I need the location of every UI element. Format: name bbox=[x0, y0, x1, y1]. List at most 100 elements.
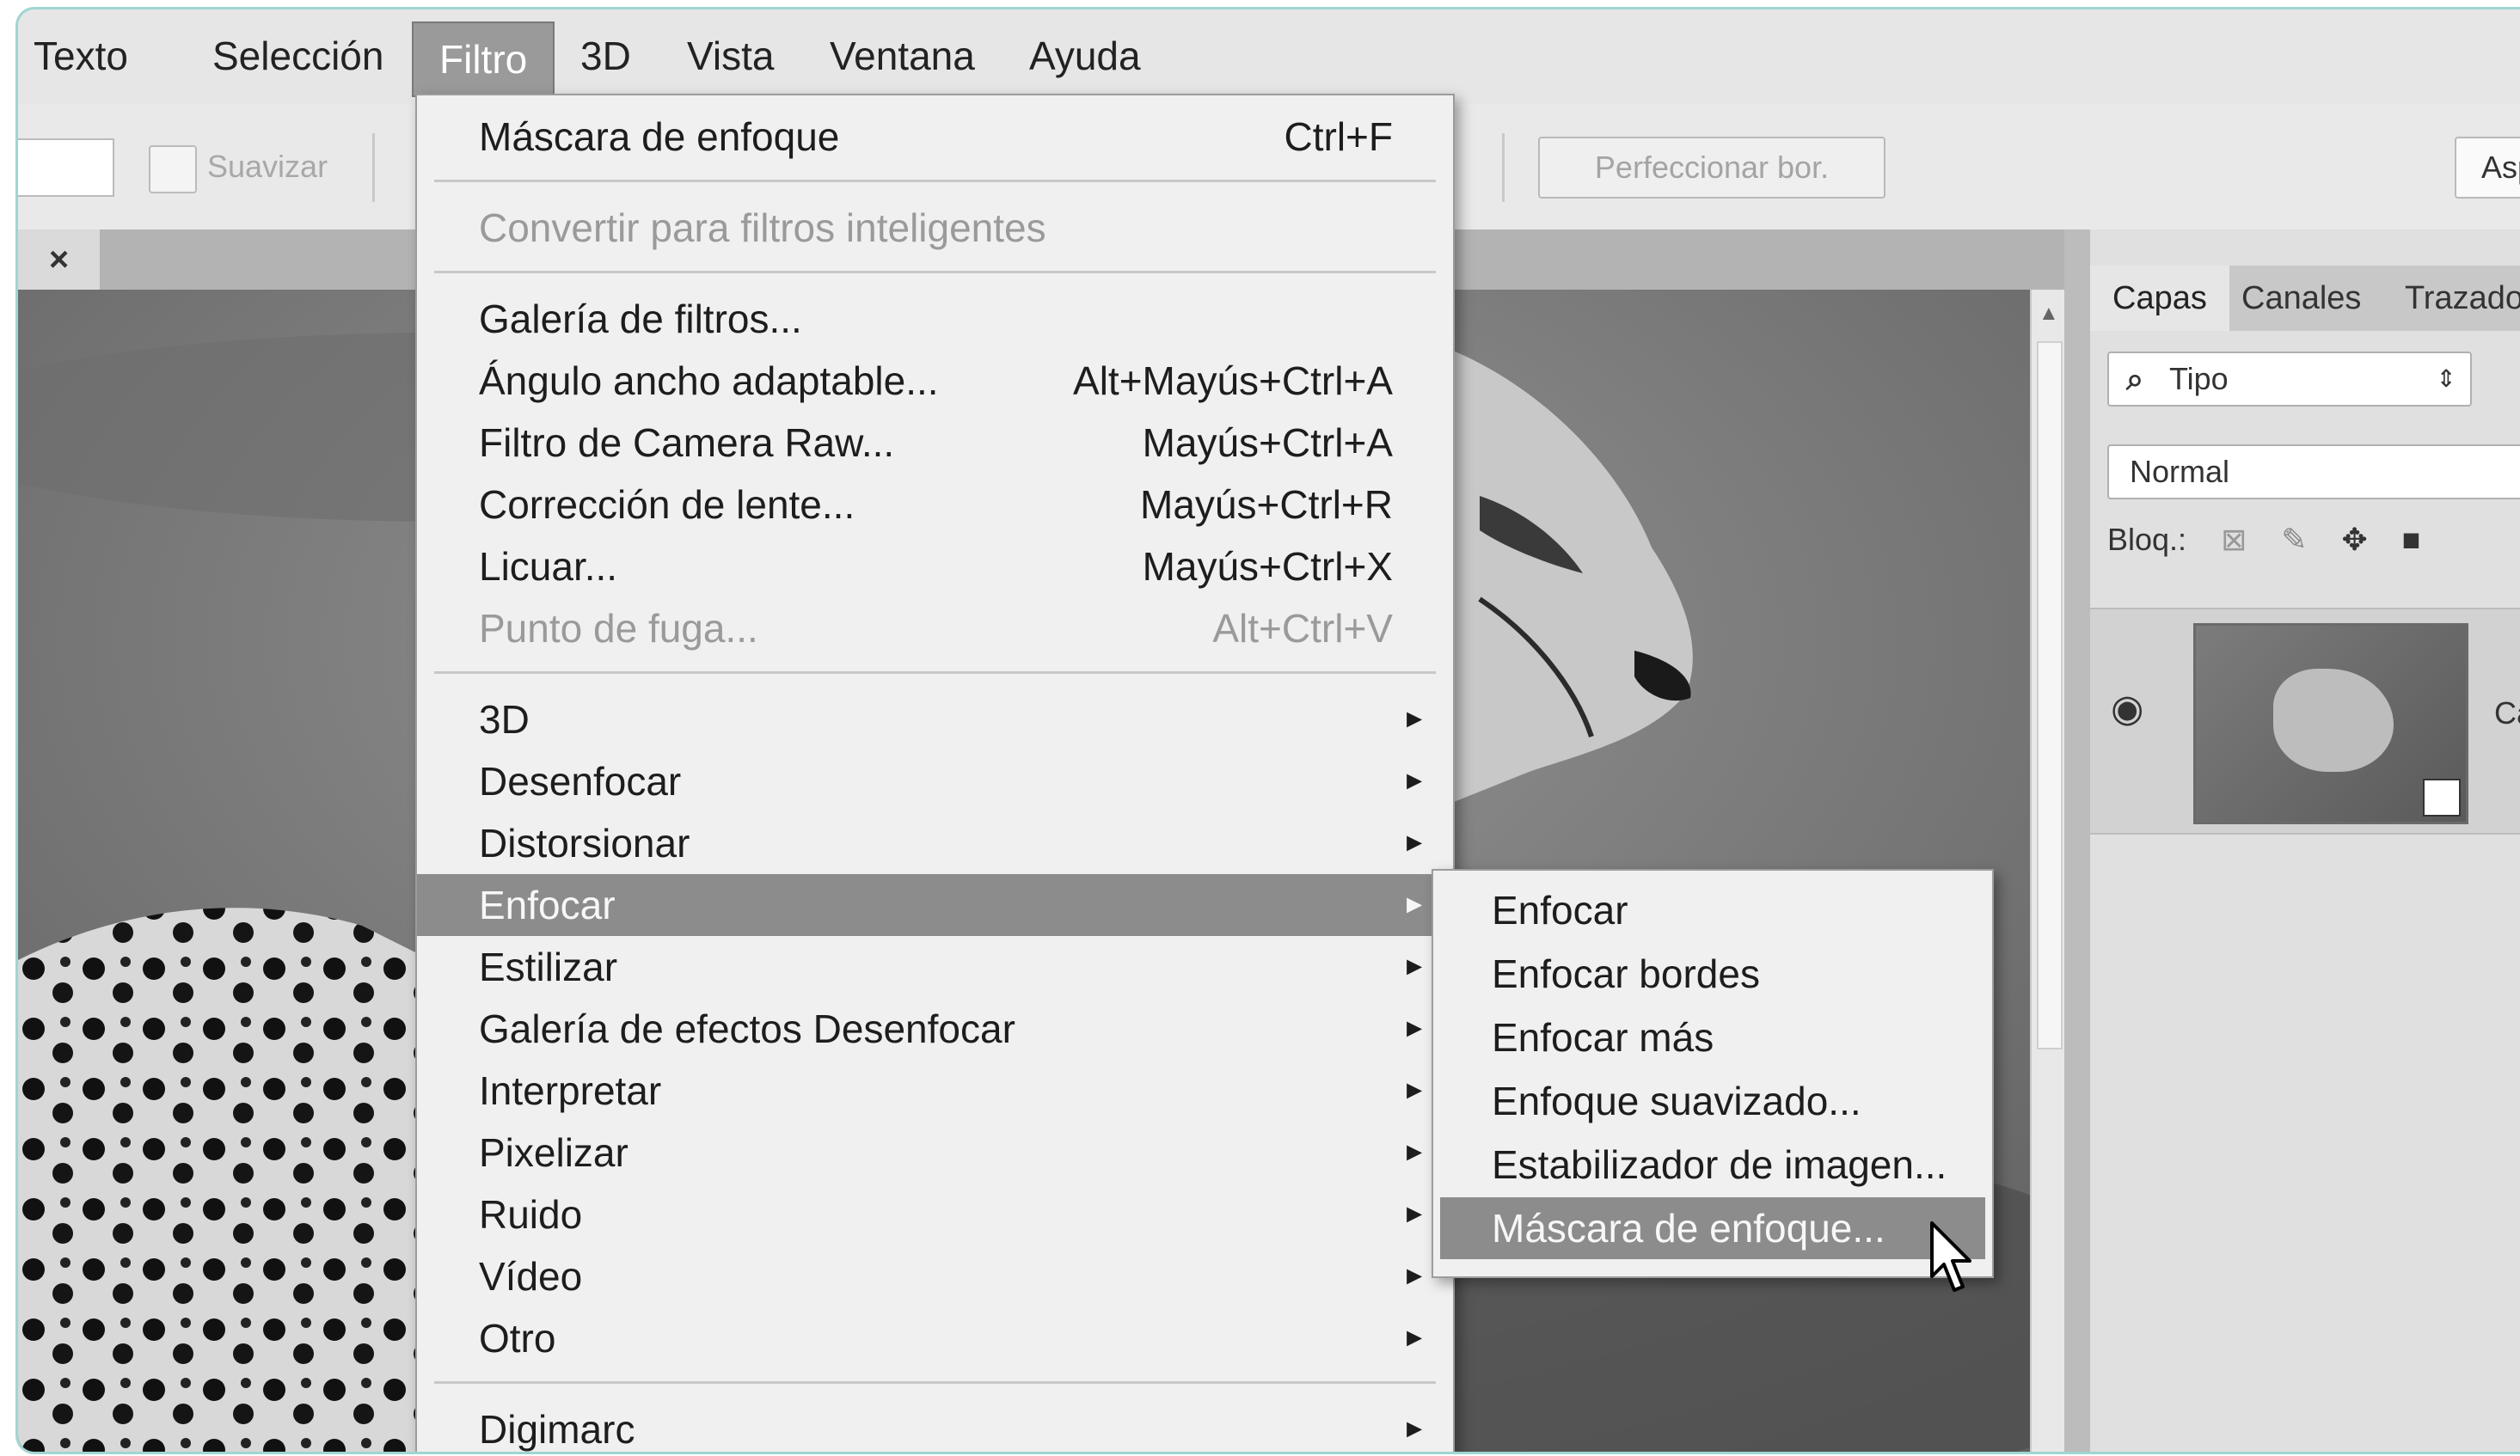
menu-texto[interactable]: Texto bbox=[34, 32, 128, 80]
menu-item-label: Galería de efectos Desenfocar bbox=[479, 1006, 1015, 1051]
options-separator bbox=[1502, 133, 1505, 202]
panel-gutter bbox=[2064, 229, 2090, 1452]
enfocar-submenu-item-enfoque-suavizado[interactable]: Enfoque suavizado... bbox=[1440, 1070, 1985, 1132]
canvas-vertical-scrollbar[interactable]: ▲ bbox=[2030, 290, 2066, 1452]
menu-3d[interactable]: 3D bbox=[580, 32, 631, 80]
menu-item-label: Desenfocar bbox=[479, 759, 682, 804]
lock-label: Bloq.: bbox=[2107, 522, 2187, 557]
lock-transparency-icon[interactable]: ⊠ bbox=[2221, 522, 2247, 557]
refine-edge-button[interactable]: Perfeccionar bor. bbox=[1538, 137, 1885, 199]
menu-item-label: Vídeo bbox=[479, 1254, 583, 1299]
filter-menu-item-filtro-de-camera-raw[interactable]: Filtro de Camera Raw... Mayús+Ctrl+A bbox=[417, 412, 1453, 474]
lock-move-icon[interactable]: ✥ bbox=[2341, 522, 2367, 557]
eye-visibility-icon[interactable]: ◉ bbox=[2111, 687, 2143, 731]
option-value-field[interactable] bbox=[18, 138, 114, 197]
search-icon: ⌕ bbox=[2126, 361, 2144, 396]
menu-item-shortcut: Alt+Ctrl+V bbox=[1212, 606, 1393, 651]
layer-filter-select[interactable]: ⌕ Tipo ⇕ bbox=[2107, 352, 2472, 407]
scroll-up-icon[interactable]: ▲ bbox=[2039, 302, 2059, 326]
menu-ayuda[interactable]: Ayuda bbox=[1029, 32, 1141, 80]
menu-item-shortcut: Mayús+Ctrl+X bbox=[1142, 544, 1393, 589]
scrollbar-thumb[interactable] bbox=[2037, 341, 2063, 1049]
menu-bar: Texto Selección Filtro 3D Vista Ventana … bbox=[18, 9, 2520, 106]
filter-menu-item-digimarc[interactable]: Digimarc ► bbox=[417, 1398, 1453, 1452]
menu-item-shortcut: Mayús+Ctrl+A bbox=[1142, 420, 1393, 465]
enfocar-submenu-item-enfocar-mas[interactable]: Enfocar más bbox=[1440, 1006, 1985, 1068]
menu-item-label: Máscara de enfoque... bbox=[1492, 1206, 1885, 1251]
menu-divider bbox=[434, 1381, 1436, 1384]
menu-filtro[interactable]: Filtro bbox=[412, 21, 555, 97]
tab-trazados[interactable]: Trazados bbox=[2382, 266, 2520, 331]
filter-menu-item-video[interactable]: Vídeo ► bbox=[417, 1245, 1453, 1307]
filter-menu-item-licuar[interactable]: Licuar... Mayús+Ctrl+X bbox=[417, 535, 1453, 597]
submenu-arrow-icon: ► bbox=[1401, 1415, 1427, 1443]
lock-brush-icon[interactable]: ✎ bbox=[2281, 522, 2307, 557]
submenu-arrow-icon: ► bbox=[1401, 1200, 1427, 1228]
menu-item-shortcut: Alt+Mayús+Ctrl+A bbox=[1073, 358, 1393, 403]
enfocar-submenu-item-enfocar-bordes[interactable]: Enfocar bordes bbox=[1440, 943, 1985, 1005]
filter-menu-item-estilizar[interactable]: Estilizar ► bbox=[417, 936, 1453, 998]
filter-menu-item-mascara-de-enfoque[interactable]: Máscara de enfoque Ctrl+F bbox=[417, 106, 1453, 168]
filter-menu-item-galeria-de-efectos-desenfocar[interactable]: Galería de efectos Desenfocar ► bbox=[417, 998, 1453, 1060]
photoshop-window: Texto Selección Filtro 3D Vista Ventana … bbox=[15, 7, 2520, 1454]
submenu-arrow-icon: ► bbox=[1401, 767, 1427, 795]
filter-menu-item-angulo-ancho-adaptable[interactable]: Ángulo ancho adaptable... Alt+Mayús+Ctrl+… bbox=[417, 350, 1453, 412]
lock-all-icon[interactable]: ■ bbox=[2402, 522, 2421, 557]
blend-mode-value: Normal bbox=[2130, 454, 2230, 489]
submenu-arrow-icon: ► bbox=[1401, 829, 1427, 857]
filter-menu-item-pixelizar[interactable]: Pixelizar ► bbox=[417, 1122, 1453, 1184]
panel-tabs: Capas Canales Trazados bbox=[2090, 266, 2520, 331]
menu-item-label: Digimarc bbox=[479, 1407, 635, 1452]
truncated-button[interactable]: Asp bbox=[2455, 137, 2520, 199]
menu-vista[interactable]: Vista bbox=[687, 32, 774, 80]
mouse-pointer-icon bbox=[1930, 1221, 1971, 1292]
enfocar-submenu-item-estabilizador-de-imagen[interactable]: Estabilizador de imagen... bbox=[1440, 1134, 1985, 1196]
submenu-arrow-icon: ► bbox=[1401, 1076, 1427, 1104]
filter-menu-item-ruido[interactable]: Ruido ► bbox=[417, 1184, 1453, 1245]
tab-canales[interactable]: Canales bbox=[2219, 266, 2383, 331]
menu-item-label: 3D bbox=[479, 697, 530, 742]
menu-item-label: Máscara de enfoque bbox=[479, 114, 840, 159]
lock-row: Bloq.: ⊠ ✎ ✥ ■ bbox=[2107, 522, 2420, 558]
filter-menu-item-distorsionar[interactable]: Distorsionar ► bbox=[417, 812, 1453, 874]
filter-menu-item-galeria-de-filtros[interactable]: Galería de filtros... bbox=[417, 288, 1453, 350]
submenu-arrow-icon: ► bbox=[1401, 1014, 1427, 1043]
menu-item-label: Licuar... bbox=[479, 544, 618, 589]
close-document-icon[interactable]: × bbox=[18, 229, 100, 290]
layer-name: Ca bbox=[2494, 695, 2520, 731]
menu-item-label: Otro bbox=[479, 1316, 556, 1361]
layers-panel: Capas Canales Trazados ⌕ Tipo ⇕ Normal B… bbox=[2064, 229, 2520, 1452]
menu-item-label: Galería de filtros... bbox=[479, 297, 802, 341]
menu-divider bbox=[434, 671, 1436, 674]
filter-menu-item-otro[interactable]: Otro ► bbox=[417, 1307, 1453, 1369]
menu-item-shortcut: Ctrl+F bbox=[1284, 114, 1394, 159]
options-separator bbox=[372, 133, 375, 202]
filter-menu-item-3d[interactable]: 3D ► bbox=[417, 688, 1453, 750]
filter-menu-item-interpretar[interactable]: Interpretar ► bbox=[417, 1060, 1453, 1122]
enfocar-submenu: Enfocar Enfocar bordes Enfocar más Enfoque … bbox=[1432, 869, 1994, 1278]
menu-item-label: Estabilizador de imagen... bbox=[1492, 1142, 1947, 1187]
tab-capas[interactable]: Capas bbox=[2090, 266, 2229, 331]
menu-ventana[interactable]: Ventana bbox=[830, 32, 975, 80]
filter-menu-item-enfocar[interactable]: Enfocar ► bbox=[417, 874, 1453, 936]
menu-item-label: Enfocar bordes bbox=[1492, 951, 1760, 996]
filter-menu-item-correccion-de-lente[interactable]: Corrección de lente... Mayús+Ctrl+R bbox=[417, 474, 1453, 535]
menu-item-shortcut: Mayús+Ctrl+R bbox=[1140, 482, 1393, 527]
menu-item-label: Filtro de Camera Raw... bbox=[479, 420, 895, 465]
enfocar-submenu-item-mascara-de-enfoque[interactable]: Máscara de enfoque... bbox=[1440, 1197, 1985, 1259]
suavizar-label: Suavizar bbox=[207, 149, 328, 184]
menu-item-label: Enfocar bbox=[1492, 888, 1628, 933]
suavizar-checkbox[interactable] bbox=[149, 145, 197, 193]
thumbnail-cheetah bbox=[2273, 669, 2394, 772]
submenu-arrow-icon: ► bbox=[1401, 1138, 1427, 1166]
menu-item-label: Ángulo ancho adaptable... bbox=[479, 358, 939, 403]
filter-menu-item-desenfocar[interactable]: Desenfocar ► bbox=[417, 750, 1453, 812]
blend-mode-select[interactable]: Normal bbox=[2107, 444, 2520, 499]
layer-row[interactable]: ◉ Ca bbox=[2090, 608, 2520, 835]
menu-item-label: Convertir para filtros inteligentes bbox=[479, 205, 1046, 250]
menu-item-label: Distorsionar bbox=[479, 821, 690, 866]
submenu-arrow-icon: ► bbox=[1401, 952, 1427, 981]
enfocar-submenu-item-enfocar[interactable]: Enfocar bbox=[1440, 879, 1985, 941]
menu-item-label: Pixelizar bbox=[479, 1130, 628, 1175]
menu-seleccion[interactable]: Selección bbox=[212, 32, 383, 80]
